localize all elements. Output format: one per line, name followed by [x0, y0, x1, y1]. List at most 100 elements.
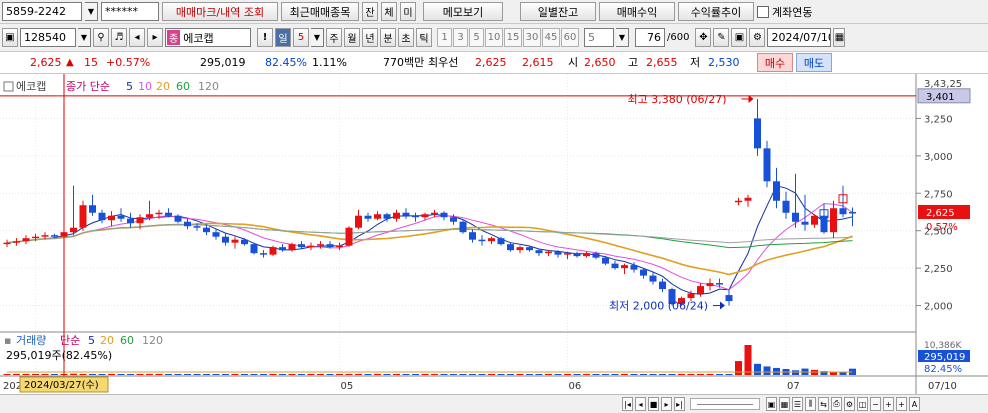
capture-icon[interactable]: ▣	[766, 397, 777, 411]
return-trend-button[interactable]: 수익률추이	[678, 2, 754, 21]
font-size-icon[interactable]: A	[909, 397, 920, 411]
daily-balance-button[interactable]: 일별잔고	[520, 2, 596, 21]
minute-option[interactable]: 10	[485, 28, 503, 47]
trade-mark-button[interactable]: 매매마크/내역 조회	[162, 2, 278, 21]
grid-icon[interactable]: ▦	[779, 397, 790, 411]
zoom-slider[interactable]	[690, 398, 760, 410]
legend-stock-name: 에코캡	[16, 80, 46, 93]
period-tab-second[interactable]: 초	[398, 28, 414, 47]
scroll-first-icon[interactable]: |◂	[622, 397, 633, 411]
trade-profit-button[interactable]: 매매수익	[599, 2, 675, 21]
volume-bar	[364, 374, 372, 375]
stock-name-field[interactable]: 종 에코캡	[165, 28, 251, 47]
memo-button[interactable]: 메모보기	[423, 2, 503, 21]
volume-bar	[374, 374, 381, 375]
volume-bar	[668, 373, 676, 375]
stock-code-field[interactable]: 128540	[20, 28, 76, 47]
candle-count-field[interactable]: 76	[635, 28, 665, 47]
speaker-icon[interactable]: ♬	[111, 28, 127, 47]
period-dropdown-icon[interactable]: ▼	[311, 28, 324, 47]
account-link-label: 계좌연동	[772, 5, 813, 19]
stock-code-dropdown-icon[interactable]: ▼	[78, 28, 91, 47]
volume-ma-120: 120	[142, 334, 163, 347]
zoom-in-icon[interactable]: +	[896, 397, 907, 411]
minute-option[interactable]: 30	[523, 28, 541, 47]
minute-option[interactable]: 3	[453, 28, 468, 47]
minute-option[interactable]: 45	[542, 28, 560, 47]
stock-chart[interactable]: 2,0002,2502,5002,7503,0003,25010,386K3,4…	[0, 74, 988, 413]
draw-tool-icon[interactable]: ✎	[713, 28, 730, 47]
legend-ma-20: 20	[156, 80, 170, 93]
buy-button[interactable]: 매수	[757, 53, 793, 72]
period-daily-button[interactable]: 일	[275, 28, 291, 47]
date-field[interactable]: 2024/07/10	[767, 28, 832, 47]
current-price: 2,625	[30, 56, 62, 69]
stop-icon[interactable]: ■	[648, 397, 659, 411]
candle-body	[231, 239, 239, 243]
filled-button[interactable]: 체	[381, 2, 397, 21]
period-tab-week[interactable]: 주	[326, 28, 342, 47]
scroll-last-icon[interactable]: ▸|	[674, 397, 685, 411]
chart-type-icon[interactable]: ⫼	[805, 397, 816, 411]
candle-body	[735, 200, 742, 203]
period-number[interactable]: 5	[293, 28, 309, 47]
next-stock-icon[interactable]: ▸	[147, 28, 163, 47]
scroll-prev-icon[interactable]: ◂	[635, 397, 646, 411]
window-icon[interactable]: ◫	[857, 397, 868, 411]
candle-body	[212, 232, 220, 237]
gear-icon[interactable]: ⚙	[749, 28, 766, 47]
candle-body	[250, 244, 258, 254]
scroll-next-icon[interactable]: ▸	[661, 397, 672, 411]
minute-option[interactable]: 15	[504, 28, 522, 47]
chart-menu-icon[interactable]: ▣	[2, 28, 18, 47]
minute-option[interactable]: 1	[437, 28, 452, 47]
volume-ma-label: 단순	[60, 334, 80, 347]
sell-button[interactable]: 매도	[796, 53, 832, 72]
candle-body	[127, 218, 134, 224]
crosshair-tool-icon[interactable]: +	[883, 397, 894, 411]
candle-body	[345, 227, 353, 246]
candle-body	[269, 247, 277, 255]
period-tab-year[interactable]: 년	[362, 28, 378, 47]
calendar-icon[interactable]: ▦	[833, 28, 846, 47]
volume-bar	[716, 374, 723, 375]
minute-option[interactable]: 5	[469, 28, 484, 47]
balance-button[interactable]: 잔	[362, 2, 378, 21]
candle-body	[393, 212, 400, 219]
password-field[interactable]: ******	[101, 2, 159, 21]
volume-bar	[241, 374, 248, 375]
minute-value-field[interactable]: 5	[584, 28, 614, 47]
volume-bar	[706, 374, 714, 375]
minute-option[interactable]: 60	[561, 28, 579, 47]
volume-bar	[573, 374, 581, 375]
volume-legend-label: 거래량	[16, 334, 46, 347]
candle-body	[108, 215, 115, 221]
prev-stock-icon[interactable]: ◂	[129, 28, 145, 47]
low-price: 2,530	[708, 56, 740, 69]
account-dropdown-icon[interactable]: ▼	[85, 2, 98, 21]
print-icon[interactable]: ⎙	[831, 397, 842, 411]
account-link-toggle[interactable]: 계좌연동	[757, 4, 812, 20]
period-tab-month[interactable]: 월	[344, 28, 360, 47]
volume-bar	[108, 374, 115, 375]
settings-icon[interactable]: ⚙	[844, 397, 855, 411]
search-icon[interactable]: ⚲	[93, 28, 109, 47]
list-icon[interactable]: ☰	[792, 397, 803, 411]
alert-icon[interactable]: !	[257, 28, 273, 47]
unfilled-button[interactable]: 미	[400, 2, 416, 21]
volume-bar	[497, 374, 505, 375]
compare-icon[interactable]: ⇆	[818, 397, 829, 411]
candle-body	[488, 238, 495, 242]
recent-trades-button[interactable]: 최근매매종목	[281, 2, 359, 21]
volume-bar	[602, 374, 609, 375]
crosshair-icon[interactable]: ✥	[695, 28, 712, 47]
account-number-field[interactable]: 5859-2242	[2, 2, 82, 21]
candle-body	[326, 244, 334, 248]
checkbox-icon[interactable]	[757, 5, 769, 18]
period-tab-minute[interactable]: 분	[380, 28, 396, 47]
candle-body	[421, 214, 429, 218]
save-icon[interactable]: ▣	[731, 28, 748, 47]
period-tab-tick[interactable]: 틱	[416, 28, 432, 47]
minute-dropdown-icon[interactable]: ▼	[616, 28, 629, 47]
zoom-out-icon[interactable]: −	[870, 397, 881, 411]
